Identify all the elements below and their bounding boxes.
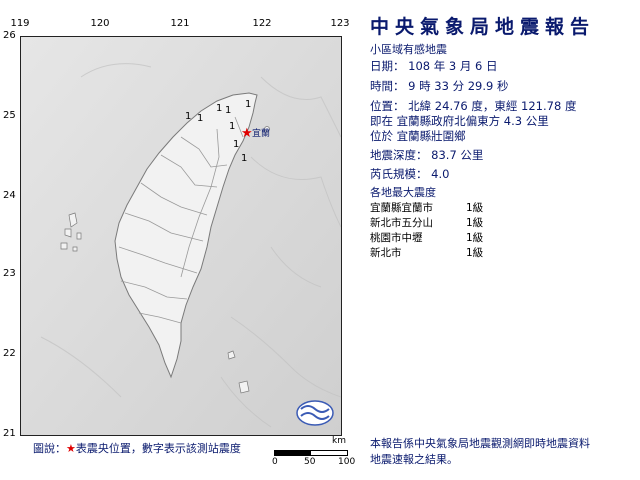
- date-value: 108 年 3 月 6 日: [408, 59, 498, 73]
- lat-tick: 25: [3, 110, 16, 121]
- depth-label: 地震深度：: [370, 148, 428, 162]
- position-value: 北緯 24.76 度，東經 121.78 度: [408, 99, 577, 113]
- intensity-place: 宜蘭縣宜蘭市: [370, 202, 433, 214]
- intensity-level: 1級: [466, 247, 484, 259]
- station-intensity-label: 1: [185, 111, 191, 122]
- scale-label: 50: [304, 457, 316, 467]
- intensity-row: 宜蘭縣宜蘭市 1級: [370, 200, 506, 215]
- position-relative: 即在 宜蘭縣政府北偏東方 4.3 公里: [370, 114, 549, 128]
- lat-tick: 21: [3, 428, 16, 439]
- intensity-level: 1級: [466, 202, 484, 214]
- intensity-level: 1級: [466, 217, 484, 229]
- time-label: 時間：: [370, 79, 405, 93]
- station-intensity-label: 1: [197, 113, 203, 124]
- taiwan-map-svg: 1 1 1 1 1 1 1 1 ★ 宜蘭: [21, 37, 341, 435]
- footer-line: 地震速報之結果。: [370, 453, 458, 466]
- cwb-logo-icon: [296, 400, 334, 426]
- time-value: 9 時 33 分 29.9 秒: [408, 79, 509, 93]
- map-canvas: 1 1 1 1 1 1 1 1 ★ 宜蘭: [20, 36, 342, 436]
- intensity-place: 新北市: [370, 247, 402, 259]
- position-township: 位於 宜蘭縣壯圍鄉: [370, 129, 466, 143]
- station-intensity-label: 1: [233, 139, 239, 150]
- depth-row: 地震深度： 83.7 公里: [370, 147, 483, 163]
- scale-unit: km: [332, 436, 346, 446]
- time-row: 時間： 9 時 33 分 29.9 秒: [370, 78, 509, 94]
- intensity-level: 1級: [466, 232, 484, 244]
- epicenter-star-icon: ★: [241, 126, 253, 141]
- intensity-header: 各地最大震度: [370, 186, 436, 199]
- orchid-island: [238, 380, 250, 394]
- station-intensity-label: 1: [229, 121, 235, 132]
- lon-tick: 119: [10, 18, 30, 29]
- intensity-row: 新北市五分山 1級: [370, 215, 506, 230]
- lon-tick: 121: [170, 18, 190, 29]
- lon-tick: 120: [90, 18, 110, 29]
- depth-value: 83.7 公里: [431, 148, 484, 162]
- footer-line: 本報告係中央氣象局地震觀測網即時地震資料: [370, 437, 590, 450]
- lat-tick: 22: [3, 348, 16, 359]
- intensity-place: 新北市五分山: [370, 217, 433, 229]
- map-legend: 圖說：★表震央位置，數字表示該測站震度: [33, 440, 241, 456]
- scale-label: 0: [272, 457, 278, 467]
- intensity-row: 新北市 1級: [370, 245, 506, 260]
- intensity-place: 桃園市中壢: [370, 232, 423, 244]
- lat-tick: 24: [3, 190, 16, 201]
- intensity-table: 宜蘭縣宜蘭市 1級 新北市五分山 1級 桃園市中壢 1級 新北市 1級: [370, 200, 506, 260]
- epicenter-location-label: 宜蘭: [252, 127, 270, 139]
- legend-text: 表震央位置，數字表示該測站震度: [75, 442, 241, 455]
- lon-tick: 122: [252, 18, 272, 29]
- legend-prefix: 圖說：: [33, 442, 66, 455]
- station-intensity-label: 1: [245, 99, 251, 110]
- report-subtitle: 小區域有感地震: [370, 43, 447, 56]
- scale-bar-graphic: [274, 450, 348, 456]
- magnitude-value: 4.0: [431, 167, 450, 181]
- position-row: 位置： 北緯 24.76 度，東經 121.78 度: [370, 98, 576, 114]
- date-label: 日期：: [370, 59, 405, 73]
- lon-tick: 123: [330, 18, 350, 29]
- magnitude-row: 芮氏規模： 4.0: [370, 166, 449, 182]
- report-footer: 本報告係中央氣象局地震觀測網即時地震資料 地震速報之結果。: [370, 436, 640, 468]
- date-row: 日期： 108 年 3 月 6 日: [370, 58, 498, 74]
- magnitude-label: 芮氏規模：: [370, 167, 428, 181]
- legend-star-icon: ★: [66, 442, 76, 455]
- intensity-row: 桃園市中壢 1級: [370, 230, 506, 245]
- position-label: 位置：: [370, 99, 405, 113]
- station-intensity-label: 1: [225, 105, 231, 116]
- scale-bar: km 0 50 100: [270, 436, 360, 468]
- map-area: 119 120 121 122 123 26 25 24 23 22 21 1 …: [0, 0, 360, 440]
- scale-label: 100: [338, 457, 356, 467]
- report-title: 中央氣象局地震報告: [370, 16, 596, 38]
- lat-tick: 26: [3, 30, 16, 41]
- station-intensity-label: 1: [241, 153, 247, 164]
- lat-tick: 23: [3, 268, 16, 279]
- station-intensity-label: 1: [216, 103, 222, 114]
